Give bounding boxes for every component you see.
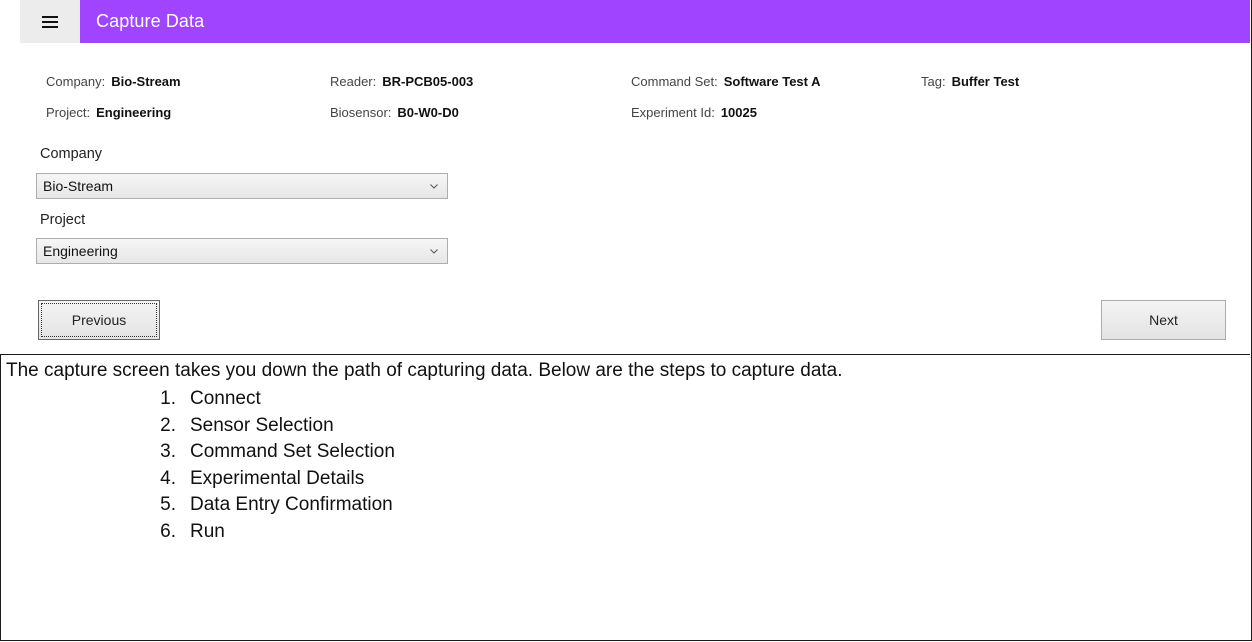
summary-label: Reader: xyxy=(330,74,377,89)
summary-experiment-id: Experiment Id: 10025 xyxy=(631,105,757,120)
intro-text: The capture screen takes you down the pa… xyxy=(6,360,843,381)
project-field-label: Project xyxy=(40,212,86,228)
page-title: Capture Data xyxy=(96,11,205,31)
summary-tag: Tag: Buffer Test xyxy=(921,74,1019,89)
step-text: Experimental Details xyxy=(190,467,365,489)
list-item: 5. Data Entry Confirmation xyxy=(6,492,395,519)
list-item: 1. Connect xyxy=(6,386,395,413)
title-bar: Capture Data xyxy=(20,0,1250,43)
header-bar: Capture Data xyxy=(80,0,1250,43)
summary-label: Tag: xyxy=(921,74,946,89)
previous-button[interactable]: Previous xyxy=(38,300,160,340)
summary-value: 10025 xyxy=(720,105,757,120)
capture-data-window: Capture Data Company: Bio-Stream Reader: B… xyxy=(0,0,1250,355)
project-select[interactable]: Engineering xyxy=(36,238,448,264)
summary-value: Software Test A xyxy=(723,74,821,89)
summary-value: B0-W0-D0 xyxy=(397,105,459,120)
summary-label: Command Set: xyxy=(631,74,718,89)
company-select[interactable]: Bio-Stream xyxy=(36,173,448,199)
summary-value: Bio-Stream xyxy=(111,74,181,89)
summary-label: Experiment Id: xyxy=(631,105,715,120)
summary-label: Project: xyxy=(46,105,91,120)
step-text: Connect xyxy=(190,388,261,409)
summary-label: Company: xyxy=(46,74,106,89)
step-number: 4. xyxy=(160,467,176,489)
focus-indicator xyxy=(41,303,157,337)
summary-project: Project: Engineering xyxy=(46,105,171,120)
list-item: 4. Experimental Details xyxy=(6,466,395,493)
step-text: Command Set Selection xyxy=(190,441,395,462)
list-item: 3. Command Set Selection xyxy=(6,439,395,466)
summary-biosensor: Biosensor: B0-W0-D0 xyxy=(330,105,459,120)
summary-reader: Reader: BR-PCB05-003 xyxy=(330,74,473,89)
summary-value: BR-PCB05-003 xyxy=(382,74,474,89)
step-text: Sensor Selection xyxy=(190,414,334,436)
step-number: 5. xyxy=(160,494,176,515)
project-select-value: Engineering xyxy=(43,243,118,259)
company-select-value: Bio-Stream xyxy=(43,178,114,194)
summary-value: Engineering xyxy=(96,105,172,120)
next-button[interactable]: Next xyxy=(1101,300,1226,340)
step-number: 3. xyxy=(160,441,176,462)
summary-company: Company: Bio-Stream xyxy=(46,74,181,89)
summary-command-set: Command Set: Software Test A xyxy=(631,74,821,89)
summary-label: Biosensor: xyxy=(330,105,392,120)
step-text: Run xyxy=(190,520,225,542)
steps-list: 1. Connect 2. Sensor Selection 3. Command S… xyxy=(6,386,395,545)
hamburger-icon xyxy=(42,15,58,28)
step-number: 6. xyxy=(160,520,176,542)
next-button-label: Next xyxy=(1149,312,1178,328)
list-item: 2. Sensor Selection xyxy=(6,413,395,440)
company-field-label: Company xyxy=(40,146,103,162)
summary-value: Buffer Test xyxy=(951,74,1020,89)
step-number: 1. xyxy=(160,388,176,409)
step-text: Data Entry Confirmation xyxy=(190,494,393,515)
chevron-down-icon xyxy=(421,183,447,189)
list-item: 6. Run xyxy=(6,519,395,546)
instructions: The capture screen takes you down the pa… xyxy=(6,358,1246,542)
menu-button[interactable] xyxy=(20,0,80,43)
step-number: 2. xyxy=(160,414,176,436)
chevron-down-icon xyxy=(421,248,447,254)
